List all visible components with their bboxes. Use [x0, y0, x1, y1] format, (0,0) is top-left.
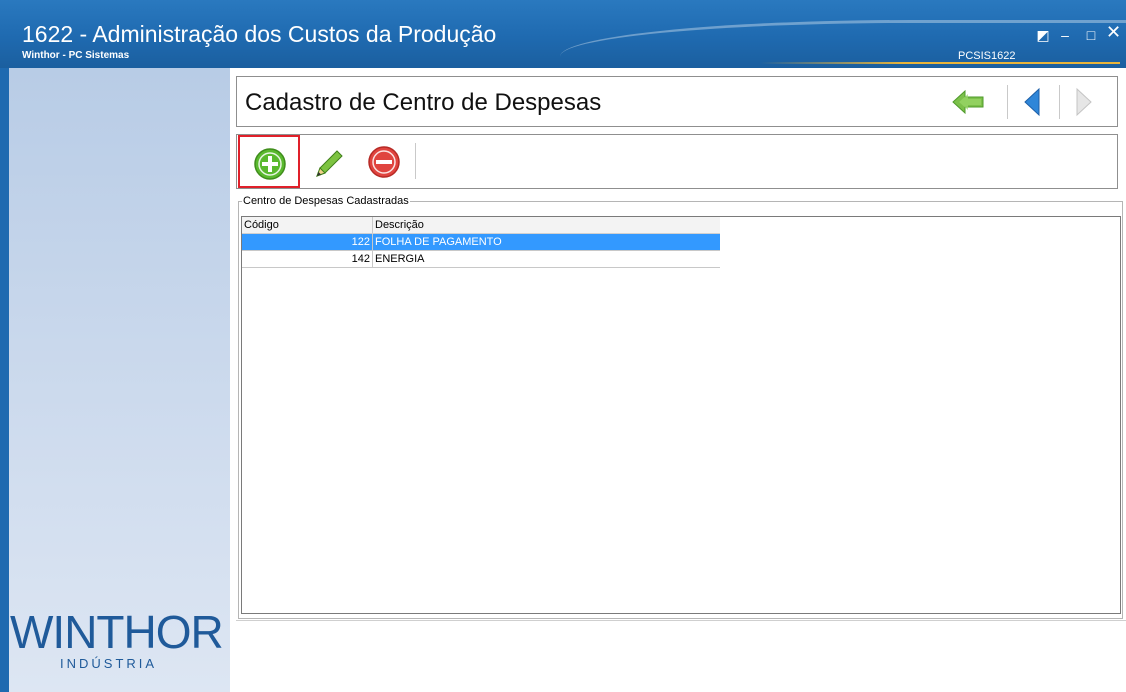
window-title: 1622 - Administração dos Custos da Produ…: [22, 21, 497, 47]
column-header-description[interactable]: Descrição: [373, 217, 720, 233]
program-code: PCSIS1622: [958, 50, 1016, 62]
window-subtitle: Winthor - PC Sistemas: [22, 50, 130, 61]
close-button[interactable]: ✕: [1106, 23, 1121, 41]
exit-arrow-icon[interactable]: [951, 87, 984, 117]
add-button[interactable]: [238, 135, 300, 188]
next-arrow-icon[interactable]: [1073, 87, 1103, 117]
header-panel: Cadastro de Centro de Despesas: [236, 76, 1118, 127]
row-code: 122: [242, 234, 373, 250]
side-panel: [9, 68, 230, 692]
title-bar-accent-line: [760, 62, 1120, 64]
toolbar-separator: [415, 143, 416, 179]
row-description: ENERGIA: [375, 253, 425, 265]
previous-arrow-icon[interactable]: [1021, 87, 1051, 117]
winthor-logo: WINTHOR: [10, 606, 224, 658]
table-row[interactable]: 142 ENERGIA: [242, 251, 720, 268]
group-label: Centro de Despesas Cadastradas: [242, 195, 410, 208]
page-title: Cadastro de Centro de Despesas: [245, 89, 602, 116]
delete-button[interactable]: [367, 145, 401, 184]
title-bar: 1622 - Administração dos Custos da Produ…: [0, 0, 1126, 68]
nav-separator: [1059, 85, 1060, 119]
row-code: 142: [242, 251, 373, 267]
left-window-border: [0, 68, 9, 692]
bottom-panel: [230, 621, 1126, 692]
expense-centers-grid[interactable]: Código Descrição 122 FOLHA DE PAGAMENTO …: [241, 216, 1121, 614]
restore-button[interactable]: ◩: [1036, 28, 1050, 42]
edit-button[interactable]: [311, 146, 347, 185]
row-description: FOLHA DE PAGAMENTO: [375, 236, 502, 248]
maximize-button[interactable]: □: [1084, 28, 1098, 42]
grid-header: Código Descrição: [242, 217, 720, 234]
add-icon: [254, 148, 286, 180]
column-header-code[interactable]: Código: [242, 217, 373, 233]
delete-icon: [368, 146, 400, 178]
minimize-button[interactable]: –: [1058, 28, 1072, 42]
nav-separator: [1007, 85, 1008, 119]
winthor-logo-subtitle: INDÚSTRIA: [60, 656, 158, 671]
edit-pencil-icon: [316, 150, 343, 177]
table-row[interactable]: 122 FOLHA DE PAGAMENTO: [242, 234, 720, 251]
toolbar: [236, 134, 1118, 189]
